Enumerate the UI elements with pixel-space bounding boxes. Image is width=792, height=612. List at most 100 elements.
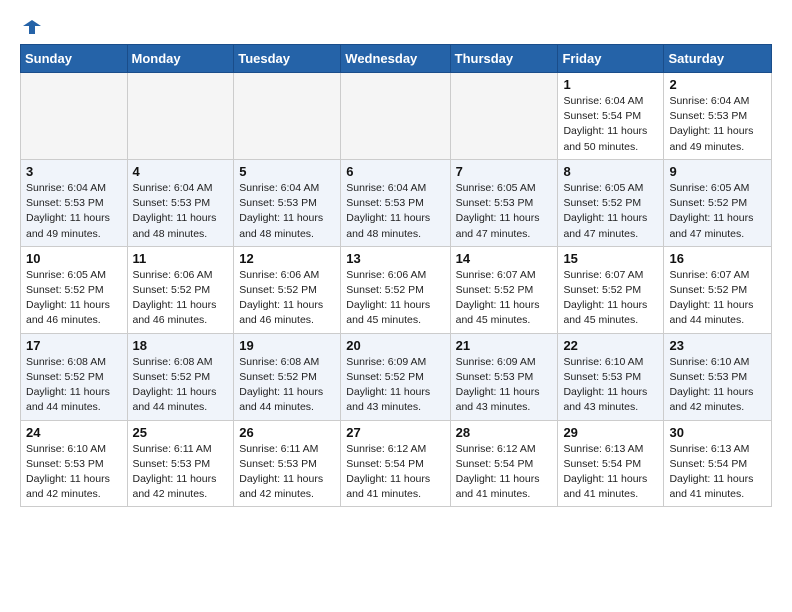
page-header: [20, 16, 772, 34]
calendar-cell: 18 Sunrise: 6:08 AM Sunset: 5:52 PM Dayli…: [127, 333, 234, 420]
day-info: Sunrise: 6:07 AM Sunset: 5:52 PM Dayligh…: [456, 268, 553, 329]
day-number: 13: [346, 251, 444, 266]
day-info: Sunrise: 6:11 AM Sunset: 5:53 PM Dayligh…: [133, 442, 229, 503]
dow-header: Friday: [558, 45, 664, 73]
calendar-cell: 3 Sunrise: 6:04 AM Sunset: 5:53 PM Daylig…: [21, 159, 128, 246]
day-number: 21: [456, 338, 553, 353]
calendar-cell: 15 Sunrise: 6:07 AM Sunset: 5:52 PM Dayli…: [558, 246, 664, 333]
calendar-cell: 21 Sunrise: 6:09 AM Sunset: 5:53 PM Dayli…: [450, 333, 558, 420]
calendar-cell: 4 Sunrise: 6:04 AM Sunset: 5:53 PM Daylig…: [127, 159, 234, 246]
day-info: Sunrise: 6:06 AM Sunset: 5:52 PM Dayligh…: [239, 268, 335, 329]
calendar-week-row: 3 Sunrise: 6:04 AM Sunset: 5:53 PM Daylig…: [21, 159, 772, 246]
day-number: 5: [239, 164, 335, 179]
calendar-cell: 19Sunrise: 6:08 AM Sunset: 5:52 PM Dayli…: [234, 333, 341, 420]
day-number: 30: [669, 425, 766, 440]
day-info: Sunrise: 6:05 AM Sunset: 5:52 PM Dayligh…: [669, 181, 766, 242]
calendar-cell: 12 Sunrise: 6:06 AM Sunset: 5:52 PM Dayli…: [234, 246, 341, 333]
calendar-cell: 14 Sunrise: 6:07 AM Sunset: 5:52 PM Dayli…: [450, 246, 558, 333]
calendar-cell: 29Sunrise: 6:13 AM Sunset: 5:54 PM Dayli…: [558, 420, 664, 507]
day-number: 11: [133, 251, 229, 266]
calendar-week-row: 1 Sunrise: 6:04 AM Sunset: 5:54 PM Daylig…: [21, 73, 772, 160]
day-info: Sunrise: 6:08 AM Sunset: 5:52 PM Dayligh…: [133, 355, 229, 416]
day-number: 3: [26, 164, 122, 179]
day-number: 12: [239, 251, 335, 266]
calendar-cell: [341, 73, 450, 160]
calendar-cell: 20 Sunrise: 6:09 AM Sunset: 5:52 PM Dayli…: [341, 333, 450, 420]
logo-bird-icon: [21, 16, 43, 38]
day-number: 1: [563, 77, 658, 92]
day-info: Sunrise: 6:07 AM Sunset: 5:52 PM Dayligh…: [669, 268, 766, 329]
day-info: Sunrise: 6:07 AM Sunset: 5:52 PM Dayligh…: [563, 268, 658, 329]
calendar-cell: 23 Sunrise: 6:10 AM Sunset: 5:53 PM Dayli…: [664, 333, 772, 420]
day-info: Sunrise: 6:09 AM Sunset: 5:52 PM Dayligh…: [346, 355, 444, 416]
calendar-week-row: 24 Sunrise: 6:10 AM Sunset: 5:53 PM Dayli…: [21, 420, 772, 507]
day-info: Sunrise: 6:04 AM Sunset: 5:53 PM Dayligh…: [133, 181, 229, 242]
day-number: 15: [563, 251, 658, 266]
day-number: 20: [346, 338, 444, 353]
day-info: Sunrise: 6:06 AM Sunset: 5:52 PM Dayligh…: [346, 268, 444, 329]
dow-header: Sunday: [21, 45, 128, 73]
calendar-cell: 22Sunrise: 6:10 AM Sunset: 5:53 PM Dayli…: [558, 333, 664, 420]
day-info: Sunrise: 6:13 AM Sunset: 5:54 PM Dayligh…: [669, 442, 766, 503]
calendar-cell: 28 Sunrise: 6:12 AM Sunset: 5:54 PM Dayli…: [450, 420, 558, 507]
day-number: 14: [456, 251, 553, 266]
calendar-cell: 8Sunrise: 6:05 AM Sunset: 5:52 PM Daylig…: [558, 159, 664, 246]
day-number: 26: [239, 425, 335, 440]
calendar-cell: [21, 73, 128, 160]
calendar-cell: [234, 73, 341, 160]
logo: [20, 16, 44, 34]
day-info: Sunrise: 6:05 AM Sunset: 5:52 PM Dayligh…: [26, 268, 122, 329]
day-info: Sunrise: 6:12 AM Sunset: 5:54 PM Dayligh…: [456, 442, 553, 503]
calendar-cell: 26 Sunrise: 6:11 AM Sunset: 5:53 PM Dayli…: [234, 420, 341, 507]
day-number: 6: [346, 164, 444, 179]
day-number: 23: [669, 338, 766, 353]
day-number: 4: [133, 164, 229, 179]
calendar-body: 1 Sunrise: 6:04 AM Sunset: 5:54 PM Daylig…: [21, 73, 772, 507]
calendar-table: SundayMondayTuesdayWednesdayThursdayFrid…: [20, 44, 772, 507]
day-number: 18: [133, 338, 229, 353]
day-info: Sunrise: 6:05 AM Sunset: 5:52 PM Dayligh…: [563, 181, 658, 242]
calendar-cell: [127, 73, 234, 160]
day-number: 28: [456, 425, 553, 440]
day-number: 7: [456, 164, 553, 179]
day-info: Sunrise: 6:04 AM Sunset: 5:53 PM Dayligh…: [239, 181, 335, 242]
day-number: 2: [669, 77, 766, 92]
dow-header: Wednesday: [341, 45, 450, 73]
day-info: Sunrise: 6:06 AM Sunset: 5:52 PM Dayligh…: [133, 268, 229, 329]
day-info: Sunrise: 6:11 AM Sunset: 5:53 PM Dayligh…: [239, 442, 335, 503]
dow-header: Monday: [127, 45, 234, 73]
day-number: 25: [133, 425, 229, 440]
day-info: Sunrise: 6:08 AM Sunset: 5:52 PM Dayligh…: [239, 355, 335, 416]
dow-header: Thursday: [450, 45, 558, 73]
calendar-cell: 17 Sunrise: 6:08 AM Sunset: 5:52 PM Dayli…: [21, 333, 128, 420]
day-number: 24: [26, 425, 122, 440]
day-info: Sunrise: 6:04 AM Sunset: 5:53 PM Dayligh…: [669, 94, 766, 155]
day-number: 16: [669, 251, 766, 266]
calendar-cell: 24 Sunrise: 6:10 AM Sunset: 5:53 PM Dayli…: [21, 420, 128, 507]
day-number: 9: [669, 164, 766, 179]
day-info: Sunrise: 6:10 AM Sunset: 5:53 PM Dayligh…: [669, 355, 766, 416]
day-number: 22: [563, 338, 658, 353]
dow-header: Tuesday: [234, 45, 341, 73]
calendar-cell: 25 Sunrise: 6:11 AM Sunset: 5:53 PM Dayli…: [127, 420, 234, 507]
day-info: Sunrise: 6:08 AM Sunset: 5:52 PM Dayligh…: [26, 355, 122, 416]
calendar-cell: 10Sunrise: 6:05 AM Sunset: 5:52 PM Dayli…: [21, 246, 128, 333]
calendar-week-row: 17 Sunrise: 6:08 AM Sunset: 5:52 PM Dayli…: [21, 333, 772, 420]
day-info: Sunrise: 6:04 AM Sunset: 5:53 PM Dayligh…: [346, 181, 444, 242]
dow-header: Saturday: [664, 45, 772, 73]
calendar-cell: 9 Sunrise: 6:05 AM Sunset: 5:52 PM Daylig…: [664, 159, 772, 246]
calendar-cell: 30 Sunrise: 6:13 AM Sunset: 5:54 PM Dayli…: [664, 420, 772, 507]
days-of-week-row: SundayMondayTuesdayWednesdayThursdayFrid…: [21, 45, 772, 73]
calendar-cell: 7 Sunrise: 6:05 AM Sunset: 5:53 PM Daylig…: [450, 159, 558, 246]
day-info: Sunrise: 6:04 AM Sunset: 5:54 PM Dayligh…: [563, 94, 658, 155]
calendar-cell: 1 Sunrise: 6:04 AM Sunset: 5:54 PM Daylig…: [558, 73, 664, 160]
day-info: Sunrise: 6:05 AM Sunset: 5:53 PM Dayligh…: [456, 181, 553, 242]
day-number: 29: [563, 425, 658, 440]
calendar-cell: 6 Sunrise: 6:04 AM Sunset: 5:53 PM Daylig…: [341, 159, 450, 246]
day-number: 17: [26, 338, 122, 353]
calendar-cell: 13 Sunrise: 6:06 AM Sunset: 5:52 PM Dayli…: [341, 246, 450, 333]
day-info: Sunrise: 6:09 AM Sunset: 5:53 PM Dayligh…: [456, 355, 553, 416]
day-info: Sunrise: 6:10 AM Sunset: 5:53 PM Dayligh…: [26, 442, 122, 503]
day-info: Sunrise: 6:04 AM Sunset: 5:53 PM Dayligh…: [26, 181, 122, 242]
calendar-cell: [450, 73, 558, 160]
